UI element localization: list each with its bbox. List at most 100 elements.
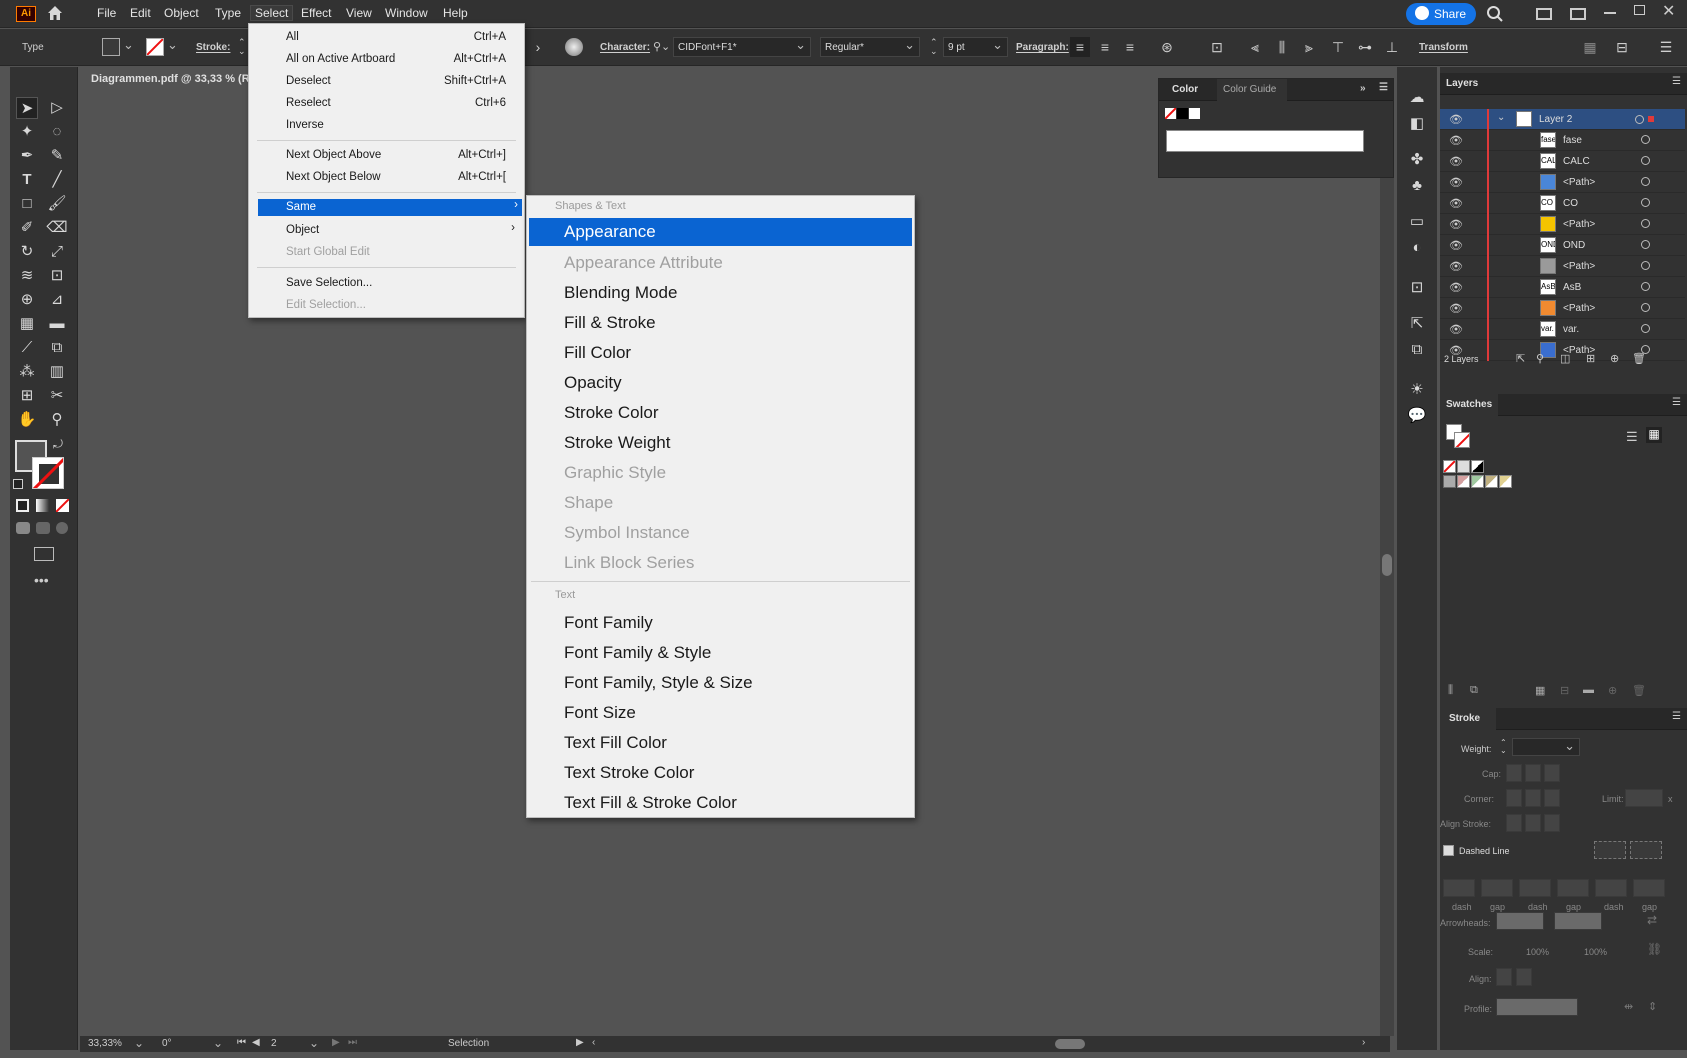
none-swatch[interactable]: [1165, 108, 1176, 119]
submenu-item[interactable]: Text Stroke Color: [527, 758, 914, 788]
align-vertical-center-icon[interactable]: ⊶: [1355, 37, 1375, 57]
flip-along-icon[interactable]: ⇹: [1624, 1000, 1633, 1013]
align-bottom-icon[interactable]: ⊥: [1382, 37, 1402, 57]
image-trace-icon[interactable]: ⊡: [1406, 277, 1428, 299]
target-icon[interactable]: [1641, 324, 1650, 333]
next-artboard-icon[interactable]: ▶: [332, 1037, 340, 1048]
none-mode-icon[interactable]: [56, 499, 69, 512]
swatches-title[interactable]: Swatches: [1440, 394, 1498, 416]
fill-swatch[interactable]: [102, 38, 120, 56]
menu-item-deselect[interactable]: Deselect Shift+Ctrl+A: [249, 71, 524, 91]
align-dash-icon[interactable]: [1630, 841, 1662, 859]
submenu-item[interactable]: Font Size: [527, 698, 914, 728]
search-icon[interactable]: [1486, 5, 1504, 26]
align-center-stroke-icon[interactable]: [1506, 814, 1522, 832]
white-swatch[interactable]: [1189, 108, 1200, 119]
blend-tool-icon[interactable]: ⧉: [46, 337, 68, 359]
stroke-color-box[interactable]: [32, 457, 64, 489]
round-join-icon[interactable]: [1525, 789, 1541, 807]
align-left-icon[interactable]: ≡: [1070, 37, 1090, 57]
arrow-place-icon[interactable]: [1516, 968, 1532, 986]
minimize-icon[interactable]: [1604, 12, 1616, 14]
mesh-tool-icon[interactable]: ▦: [16, 313, 38, 335]
chevron-right-icon[interactable]: ›: [528, 37, 548, 57]
menu-item-all[interactable]: All Ctrl+A: [249, 27, 524, 47]
layer-row[interactable]: 👁 <Path>: [1440, 298, 1685, 319]
artboard-tool-icon[interactable]: ⊞: [16, 385, 38, 407]
symbols-icon[interactable]: ♣: [1406, 175, 1428, 197]
align-right-edges-icon[interactable]: ⫸: [1299, 37, 1319, 57]
align-center-icon[interactable]: ≡: [1095, 37, 1115, 57]
pathfinder-icon[interactable]: ⧉: [1406, 339, 1428, 361]
list-view-icon[interactable]: ☰: [1626, 429, 1638, 445]
clipping-mask-icon[interactable]: ◫: [1560, 352, 1570, 365]
scroll-thumb[interactable]: [1382, 554, 1392, 576]
scale-start-value[interactable]: 100%: [1526, 947, 1549, 957]
perspective-grid-icon[interactable]: ⊿: [46, 289, 68, 311]
layer-name[interactable]: CALC: [1563, 156, 1590, 167]
draw-behind-icon[interactable]: [36, 522, 50, 534]
brushes-icon[interactable]: ✤: [1406, 149, 1428, 171]
restore-icon[interactable]: [1634, 5, 1645, 15]
status-tool[interactable]: Selection: [448, 1038, 489, 1049]
fill-dropdown-icon[interactable]: ⌄: [123, 37, 134, 53]
color-group-icon[interactable]: ⊟: [1560, 684, 1569, 697]
recolor-icon[interactable]: [565, 38, 583, 56]
collect-export-icon[interactable]: ⇱: [1516, 352, 1525, 365]
swatch-options-icon[interactable]: ▦: [1535, 684, 1545, 697]
draw-inside-icon[interactable]: [56, 522, 68, 534]
scale-tool-icon[interactable]: ⤢: [46, 241, 68, 263]
menu-edit[interactable]: Edit: [130, 6, 151, 20]
target-icon[interactable]: [1641, 261, 1650, 270]
slice-tool-icon[interactable]: ✂: [46, 385, 68, 407]
libraries-icon[interactable]: ☁: [1406, 87, 1428, 109]
menu-object[interactable]: Object: [164, 6, 199, 20]
stroke-title[interactable]: Stroke: [1440, 708, 1496, 730]
layer-name[interactable]: <Path>: [1563, 261, 1595, 272]
swatch-color-2[interactable]: [1471, 475, 1484, 488]
swatches-fill-stroke-icon[interactable]: [1446, 424, 1472, 450]
rotate-tool-icon[interactable]: ↻: [16, 241, 38, 263]
artboard-number[interactable]: 2: [271, 1038, 277, 1049]
swatches-menu-icon[interactable]: ☰: [1672, 397, 1681, 408]
gradient-panel-icon[interactable]: ▭: [1406, 211, 1428, 233]
menu-item-same[interactable]: Same ›: [258, 199, 522, 216]
menu-window[interactable]: Window: [385, 6, 428, 20]
layer-row[interactable]: 👁 fase fase: [1440, 130, 1685, 151]
eye-icon[interactable]: 👁: [1449, 134, 1463, 147]
layer-row[interactable]: 👁 ⌄ Layer 2: [1440, 109, 1685, 130]
eye-icon[interactable]: 👁: [1449, 323, 1463, 336]
target-icon[interactable]: [1641, 177, 1650, 186]
chevron-down-icon[interactable]: ⌄: [1497, 112, 1505, 123]
font-search-icon[interactable]: ⚲⌄: [653, 40, 670, 53]
butt-cap-icon[interactable]: [1506, 764, 1522, 782]
submenu-item[interactable]: Symbol Instance: [527, 518, 914, 548]
menu-item-reselect[interactable]: Reselect Ctrl+6: [249, 93, 524, 113]
rectangle-tool-icon[interactable]: □: [16, 193, 38, 215]
tab-color[interactable]: Color: [1172, 84, 1198, 95]
menu-effect[interactable]: Effect: [301, 6, 331, 20]
layer-name[interactable]: OND: [1563, 240, 1585, 251]
warp-tool-icon[interactable]: ≋: [16, 265, 38, 287]
lasso-icon[interactable]: ◌: [46, 121, 68, 143]
layers-title[interactable]: Layers: [1446, 78, 1478, 89]
status-arrow-icon[interactable]: ▶: [576, 1037, 584, 1048]
eye-icon[interactable]: 👁: [1449, 281, 1463, 294]
arrowhead-end-dropdown[interactable]: [1554, 912, 1602, 930]
selection-tool-icon[interactable]: ➤: [16, 97, 38, 119]
line-tool-icon[interactable]: ╱: [46, 169, 68, 191]
eyedropper-icon[interactable]: ⟋: [16, 337, 38, 359]
dash-input[interactable]: [1481, 879, 1513, 897]
arrowhead-start-dropdown[interactable]: [1496, 912, 1544, 930]
shape-builder-icon[interactable]: ⊕: [16, 289, 38, 311]
submenu-item[interactable]: Stroke Weight: [527, 428, 914, 458]
artboard-dropdown-icon[interactable]: ⌄: [309, 1036, 319, 1050]
target-icon[interactable]: [1641, 282, 1650, 291]
scale-end-value[interactable]: 100%: [1584, 947, 1607, 957]
menu-item-save-selection[interactable]: Save Selection...: [249, 273, 524, 293]
swatch-group-folder[interactable]: [1443, 475, 1456, 488]
symbol-sprayer-icon[interactable]: ⁂: [16, 361, 38, 383]
arrow-extend-icon[interactable]: [1496, 968, 1512, 986]
screen-mode-icon[interactable]: [34, 547, 54, 561]
swatch-color-3[interactable]: [1485, 475, 1498, 488]
